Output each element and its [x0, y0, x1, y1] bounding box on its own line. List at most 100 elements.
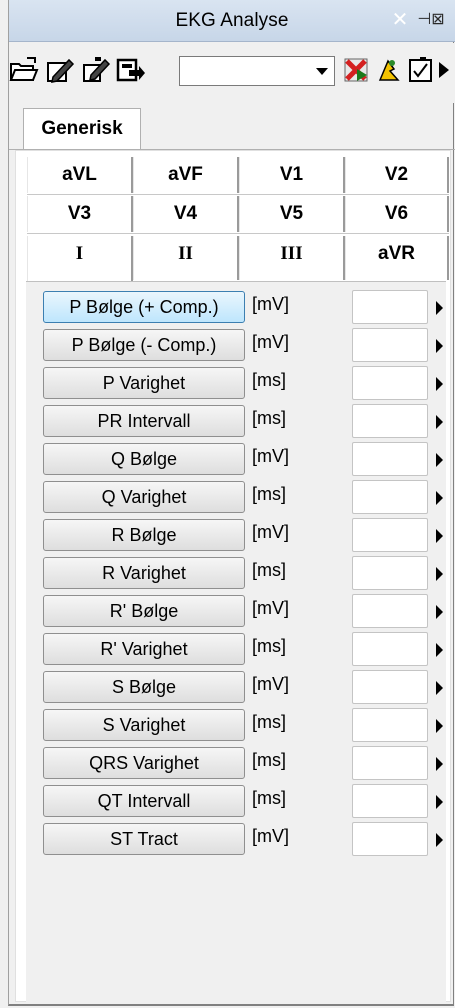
tab-row-divider [27, 233, 449, 234]
tab-lead-i[interactable]: I [27, 236, 133, 282]
row-arrow-icon[interactable] [436, 415, 443, 429]
row-arrow-icon[interactable] [436, 833, 443, 847]
param-row: Q Varighet [ms] [26, 478, 446, 514]
param-value-field[interactable] [352, 784, 428, 818]
param-button-r-bolge[interactable]: R Bølge [43, 519, 245, 551]
param-unit: [ms] [252, 370, 286, 390]
param-unit: [ms] [252, 636, 286, 656]
param-button-pr-intervall[interactable]: PR Intervall [43, 405, 245, 437]
ekg-analyse-panel: EKG Analyse ✕ ⊣⊠ Generisk aVL aVF V1 V2 … [8, 0, 455, 1006]
param-unit: [ms] [252, 712, 286, 732]
param-row: P Bølge (- Comp.) [mV] [26, 326, 446, 362]
more-arrow-icon[interactable] [437, 55, 451, 85]
row-arrow-icon[interactable] [436, 567, 443, 581]
param-unit: [ms] [252, 408, 286, 428]
param-row: Q Bølge [mV] [26, 440, 446, 476]
pin-icon[interactable]: ⊣⊠ [413, 8, 449, 32]
tab-lead-v3[interactable]: V3 [27, 196, 133, 232]
tab-lead-v4[interactable]: V4 [133, 196, 239, 232]
param-row: QT Intervall [ms] [26, 782, 446, 818]
param-button-qrs-varighet[interactable]: QRS Varighet [43, 747, 245, 779]
param-unit: [mV] [252, 294, 290, 314]
row-arrow-icon[interactable] [436, 605, 443, 619]
tab-lead-v2[interactable]: V2 [345, 157, 449, 193]
param-row: QRS Varighet [ms] [26, 744, 446, 780]
edit-icon[interactable] [45, 55, 75, 85]
row-arrow-icon[interactable] [436, 757, 443, 771]
row-arrow-icon[interactable] [436, 339, 443, 353]
row-arrow-icon[interactable] [436, 719, 443, 733]
param-row: R' Varighet [ms] [26, 630, 446, 666]
tab-lead-avl[interactable]: aVL [27, 157, 133, 193]
param-value-field[interactable] [352, 746, 428, 780]
param-unit: [mV] [252, 446, 290, 466]
no-entry-icon[interactable] [341, 55, 371, 85]
tab-lead-avr[interactable]: aVR [345, 236, 449, 280]
row-arrow-icon[interactable] [436, 681, 443, 695]
param-button-p-bolge-plus[interactable]: P Bølge (+ Comp.) [43, 291, 245, 323]
param-row: S Bølge [mV] [26, 668, 446, 704]
param-value-field[interactable] [352, 480, 428, 514]
row-arrow-icon[interactable] [436, 377, 443, 391]
param-value-field[interactable] [352, 442, 428, 476]
param-unit: [mV] [252, 674, 290, 694]
lead-select-combo[interactable] [179, 56, 335, 86]
param-unit: [mV] [252, 826, 290, 846]
param-value-field[interactable] [352, 518, 428, 552]
copy-icon[interactable] [81, 55, 111, 85]
close-icon[interactable]: ✕ [388, 8, 412, 32]
param-unit: [mV] [252, 522, 290, 542]
param-button-s-varighet[interactable]: S Varighet [43, 709, 245, 741]
param-button-q-bolge[interactable]: Q Bølge [43, 443, 245, 475]
param-value-field[interactable] [352, 822, 428, 856]
toolbar [9, 43, 455, 103]
tab-lead-v6[interactable]: V6 [345, 196, 449, 232]
param-value-field[interactable] [352, 404, 428, 438]
param-button-r-prime-bolge[interactable]: R' Bølge [43, 595, 245, 627]
export-icon[interactable] [115, 55, 145, 85]
param-value-field[interactable] [352, 708, 428, 742]
open-folder-icon[interactable] [9, 55, 39, 85]
param-row: R Bølge [mV] [26, 516, 446, 552]
tab-lead-v5[interactable]: V5 [239, 196, 345, 232]
run-icon[interactable] [374, 55, 404, 85]
param-value-field[interactable] [352, 290, 428, 324]
param-button-qt-intervall[interactable]: QT Intervall [43, 785, 245, 817]
param-unit: [mV] [252, 332, 290, 352]
param-button-r-varighet[interactable]: R Varighet [43, 557, 245, 589]
tab-lead-v1[interactable]: V1 [239, 157, 345, 193]
tab-lead-avf[interactable]: aVF [133, 157, 239, 193]
param-value-field[interactable] [352, 328, 428, 362]
row-arrow-icon[interactable] [436, 301, 443, 315]
tab-row-divider [27, 194, 449, 195]
param-button-s-bolge[interactable]: S Bølge [43, 671, 245, 703]
param-value-field[interactable] [352, 594, 428, 628]
row-arrow-icon[interactable] [436, 643, 443, 657]
checkbox-icon[interactable] [406, 55, 436, 85]
tab-lead-iii[interactable]: III [239, 236, 345, 280]
param-row: R' Bølge [mV] [26, 592, 446, 628]
row-arrow-icon[interactable] [436, 529, 443, 543]
row-arrow-icon[interactable] [436, 453, 443, 467]
parameter-list: P Bølge (+ Comp.) [mV] P Bølge (- Comp.)… [26, 281, 446, 1002]
param-row: ST Tract [mV] [26, 820, 446, 856]
chevron-down-icon[interactable] [316, 68, 328, 75]
param-button-p-varighet[interactable]: P Varighet [43, 367, 245, 399]
param-button-r-prime-varighet[interactable]: R' Varighet [43, 633, 245, 665]
param-button-p-bolge-minus[interactable]: P Bølge (- Comp.) [43, 329, 245, 361]
tab-lead-ii[interactable]: II [133, 236, 239, 280]
param-button-st-tract[interactable]: ST Tract [43, 823, 245, 855]
param-row: R Varighet [ms] [26, 554, 446, 590]
title-bar: EKG Analyse ✕ ⊣⊠ [9, 0, 455, 42]
param-value-field[interactable] [352, 366, 428, 400]
param-value-field[interactable] [352, 632, 428, 666]
param-value-field[interactable] [352, 556, 428, 590]
param-row: P Varighet [ms] [26, 364, 446, 400]
param-button-q-varighet[interactable]: Q Varighet [43, 481, 245, 513]
param-value-field[interactable] [352, 670, 428, 704]
param-row: S Varighet [ms] [26, 706, 446, 742]
tab-generisk[interactable]: Generisk [23, 108, 141, 150]
row-arrow-icon[interactable] [436, 795, 443, 809]
param-unit: [ms] [252, 560, 286, 580]
row-arrow-icon[interactable] [436, 491, 443, 505]
